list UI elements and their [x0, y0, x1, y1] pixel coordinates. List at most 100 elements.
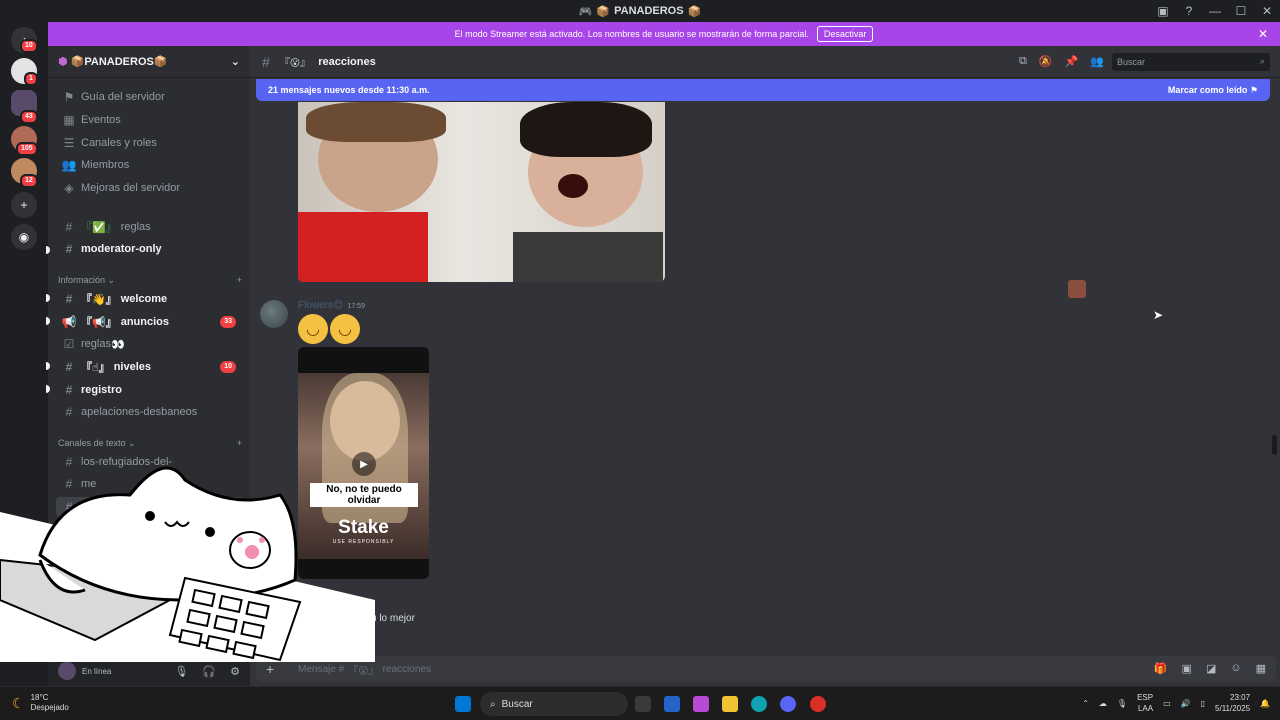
taskbar-search[interactable]: ⌕ Buscar	[480, 692, 628, 716]
onedrive-icon[interactable]: ☁	[1099, 699, 1107, 708]
hash-icon: #	[65, 383, 73, 397]
inbox-icon[interactable]: ▣	[1150, 4, 1176, 18]
apps-icon[interactable]: ▦	[1256, 662, 1266, 675]
sidebar-item-events[interactable]: ▦ Eventos	[56, 110, 244, 130]
chevron-down-icon[interactable]: ⌄	[231, 55, 240, 68]
disable-streamer-button[interactable]: Desactivar	[816, 26, 874, 42]
message-image-attachment[interactable]	[298, 102, 665, 282]
explore-icon[interactable]: ◉	[11, 224, 37, 250]
unread-indicator	[46, 317, 50, 325]
mouse-cursor-icon: ➤	[1153, 308, 1164, 322]
wave-emoji-icon: 『👋』	[81, 294, 117, 306]
user-status: En línea	[82, 666, 112, 676]
close-icon[interactable]: ✕	[1258, 27, 1268, 41]
unread-indicator	[46, 294, 50, 302]
store-icon[interactable]	[664, 696, 680, 712]
channel-registro[interactable]: # registro	[56, 380, 244, 400]
message-composer: Mensaje # 『😮』 reacciones + 🎁 ▣ ◪ ☺ ▦	[250, 656, 1280, 686]
server-header[interactable]: ⬢ 📦PANADEROS📦 ⌄	[48, 46, 250, 78]
headset-icon[interactable]: 🎧	[202, 665, 216, 678]
maximize-button[interactable]: ☐	[1228, 4, 1254, 18]
start-icon[interactable]	[455, 696, 471, 712]
gear-icon[interactable]: ⚙	[230, 665, 240, 678]
minimize-button[interactable]: —	[1202, 4, 1228, 18]
sidebar-item-guide[interactable]: ⚑ Guía del servidor	[56, 87, 244, 107]
threads-icon[interactable]: ⧉	[1019, 55, 1027, 68]
clock[interactable]: 23:07 5/11/2025	[1215, 692, 1250, 714]
edge-icon[interactable]	[751, 696, 767, 712]
members-icon[interactable]: 👥	[1090, 55, 1104, 68]
language-indicator[interactable]: ESP LAA	[1137, 692, 1153, 714]
channel-apelaciones[interactable]: # apelaciones-desbaneos	[56, 402, 244, 422]
message-timestamp: 17:59	[347, 303, 365, 310]
hash-icon: #	[65, 220, 73, 234]
sidebar-item-members[interactable]: 👥 Miembros	[56, 155, 244, 175]
message-author[interactable]: Flowers😊 17:59	[298, 300, 365, 311]
copilot-icon[interactable]	[693, 696, 709, 712]
add-server-icon[interactable]: +	[11, 192, 37, 218]
file-explorer-icon[interactable]	[722, 696, 738, 712]
discord-taskbar-icon[interactable]	[780, 696, 796, 712]
channel-niveles[interactable]: # 『☝』 niveles 10	[56, 357, 244, 377]
channel-moderator-only[interactable]: # moderator-only	[56, 239, 244, 259]
notifications-muted-icon[interactable]: 🔕	[1039, 55, 1053, 68]
mention-badge: 33	[220, 316, 236, 328]
message-input[interactable]: Mensaje # 『😮』 reacciones	[256, 656, 1276, 682]
channel-reglas[interactable]: # 『✅』 reglas	[56, 217, 244, 237]
gift-icon[interactable]: 🎁	[1154, 662, 1168, 675]
smirk-emoji-icon: ◡	[298, 314, 328, 344]
avatar[interactable]	[58, 662, 76, 680]
channel-anuncios[interactable]: 📢 『📢』 anuncios 33	[56, 312, 244, 332]
channel-reglas-2[interactable]: ☑ reglas 👀	[56, 334, 244, 354]
weather-widget[interactable]: ☾ 18°C Despejado	[12, 693, 69, 713]
package-icon: 📦	[687, 5, 702, 18]
microphone-icon[interactable]: 🎙	[174, 665, 188, 678]
package-icon: 📦	[153, 56, 168, 68]
sidebar-item-channels-roles[interactable]: ☰ Canales y roles	[56, 133, 244, 153]
add-channel-icon[interactable]: +	[237, 438, 242, 449]
add-channel-icon[interactable]: +	[237, 275, 242, 286]
microphone-icon[interactable]: 🎙	[1117, 699, 1127, 708]
avatar[interactable]	[260, 300, 288, 328]
task-view-icon[interactable]	[635, 696, 651, 712]
search-icon: ⌕	[490, 698, 496, 710]
message-list[interactable]: 21 mensajes nuevos desde 11:30 a.m. Marc…	[250, 78, 1280, 656]
notifications-icon[interactable]: 🔔	[1260, 699, 1270, 708]
battery-icon[interactable]: ▯	[1201, 699, 1205, 708]
opera-icon[interactable]	[810, 696, 826, 712]
window-title: 🎮 📦 PANADEROS 📦	[578, 5, 702, 18]
message-emojis: ◡ ◡	[298, 314, 360, 344]
pin-icon[interactable]: 📌	[1065, 55, 1079, 68]
gif-icon[interactable]: ▣	[1182, 662, 1192, 675]
category-info[interactable]: Información ⌄ +	[58, 275, 242, 286]
emoji-picker-icon[interactable]: ☺	[1230, 662, 1241, 675]
add-attachment-icon[interactable]: +	[266, 661, 274, 677]
help-icon[interactable]: ?	[1176, 4, 1202, 18]
new-messages-bar[interactable]: 21 mensajes nuevos desde 11:30 a.m. Marc…	[256, 79, 1270, 101]
channel-header: # 『😮』 reacciones ⧉ 🔕 📌 👥 Buscar ⌕	[250, 46, 1280, 78]
channel-welcome[interactable]: # 『👋』 welcome	[56, 289, 244, 309]
unread-indicator	[46, 385, 50, 393]
network-icon[interactable]: ▭	[1163, 699, 1171, 708]
sticker-icon[interactable]: ◪	[1206, 662, 1216, 675]
package-icon: 📦	[596, 5, 611, 18]
search-input[interactable]: Buscar ⌕	[1112, 52, 1270, 71]
cat-eye-shape	[205, 527, 215, 537]
unread-indicator	[46, 362, 50, 370]
windows-taskbar: ☾ 18°C Despejado ⌕ Buscar ⌃ ☁ 🎙 ESP LAA ▭ …	[0, 686, 1280, 720]
unread-indicator	[46, 246, 50, 254]
chevron-up-icon[interactable]: ⌃	[1082, 699, 1089, 708]
volume-icon[interactable]: 🔊	[1181, 699, 1191, 708]
speaker-emoji-icon: 『📢』	[81, 317, 117, 329]
sidebar-item-boosts[interactable]: ◈ Mejoras del servidor	[56, 178, 244, 198]
scrollbar[interactable]	[1272, 435, 1277, 455]
emoji-icon: 『😮』	[279, 58, 311, 69]
boost-icon: ◈	[64, 181, 74, 195]
mark-as-read-button[interactable]: Marcar como leído ⚑	[1168, 85, 1258, 96]
close-window-button[interactable]: ✕	[1254, 4, 1280, 18]
server-logo-icon: ⬢	[58, 56, 68, 68]
reaction-avatar[interactable]	[1068, 280, 1086, 298]
hash-icon: #	[65, 242, 73, 256]
category-text[interactable]: Canales de texto ⌄ +	[58, 438, 242, 449]
hash-icon: #	[65, 405, 73, 419]
